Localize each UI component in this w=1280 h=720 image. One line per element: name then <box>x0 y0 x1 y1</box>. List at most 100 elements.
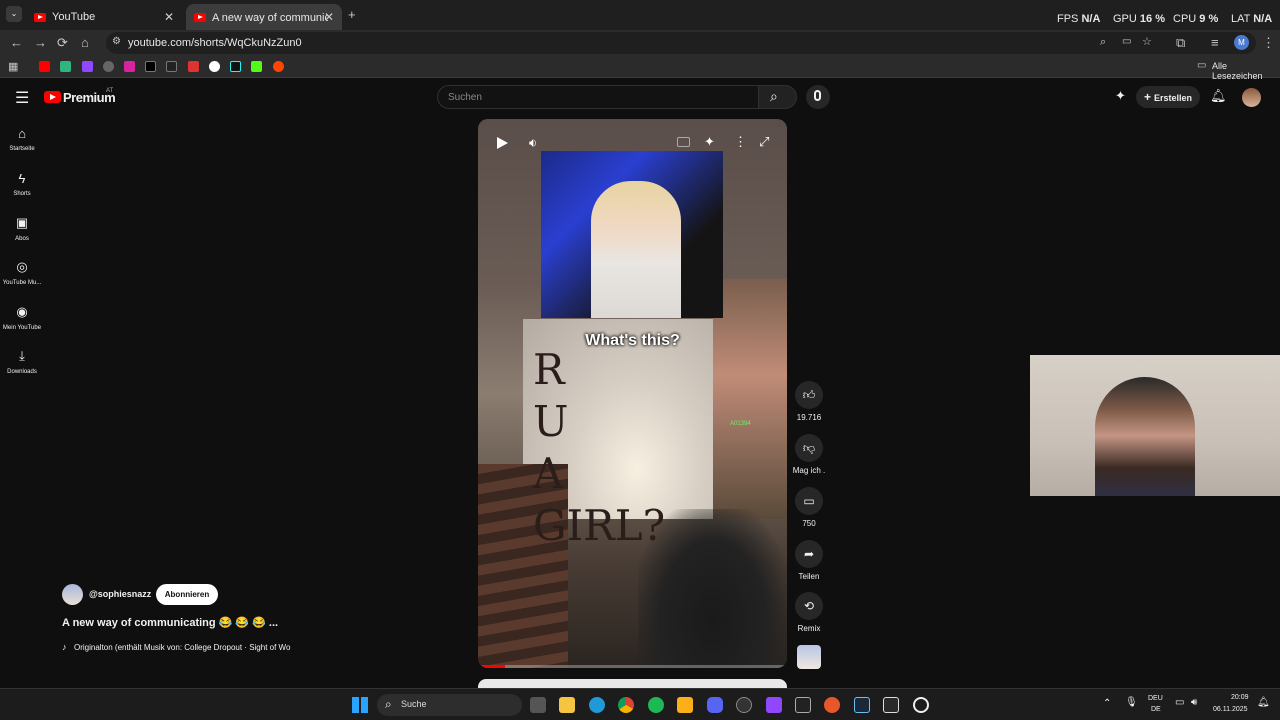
cast-icon[interactable]: ▭ <box>1122 36 1131 47</box>
lat-readout: LAT N/A <box>1231 13 1272 25</box>
rockstar-icon[interactable] <box>677 697 693 713</box>
subscribe-button[interactable]: Abonnieren <box>156 584 218 605</box>
notifications-bell-icon[interactable]: 🔔︎ <box>1210 88 1227 104</box>
download-icon: ⤓ <box>19 348 25 363</box>
play-button-icon[interactable] <box>497 137 508 149</box>
extensions-icon[interactable]: ⧉ <box>1176 35 1185 51</box>
close-tab-icon[interactable]: ✕ <box>324 10 334 24</box>
discord-icon[interactable] <box>707 697 723 713</box>
next-short-preview[interactable] <box>478 679 787 688</box>
twitch-app-icon[interactable] <box>766 697 782 713</box>
ring-app-icon[interactable] <box>913 697 929 713</box>
sidebar-item-downloads[interactable]: ⤓ Downloads <box>0 348 44 375</box>
search-input[interactable]: Suchen <box>437 85 759 109</box>
back-icon[interactable]: ← <box>10 35 23 50</box>
fullscreen-icon[interactable]: ⤢ <box>759 134 769 150</box>
forward-icon[interactable]: → <box>34 35 47 50</box>
chrome-icon[interactable] <box>618 697 634 713</box>
bookmark-instagram-icon[interactable] <box>124 61 135 72</box>
menu-dots-icon[interactable]: ⋮ <box>1262 35 1275 51</box>
audio-attribution[interactable]: Originalton (enthält Musik von: College … <box>74 643 290 652</box>
account-icon: ◉ <box>16 304 28 319</box>
zoom-icon[interactable]: ⌕ <box>1100 36 1106 49</box>
create-button[interactable]: + Erstellen <box>1136 86 1200 108</box>
search-button[interactable]: ⌕ <box>759 85 797 109</box>
more-options-icon[interactable]: ⋮ <box>734 134 747 150</box>
clock-time[interactable]: 20:09 <box>1231 694 1249 701</box>
bookmark-twitch-icon[interactable] <box>82 61 93 72</box>
bookmark-kick-icon[interactable] <box>251 61 262 72</box>
captions-icon[interactable] <box>677 137 690 147</box>
epic-games-icon[interactable] <box>883 697 899 713</box>
channel-name[interactable]: @sophiesnazz <box>89 589 151 599</box>
bookmark-slack-icon[interactable] <box>60 61 71 72</box>
voice-search-button[interactable] <box>806 85 830 109</box>
tray-chevron-icon[interactable]: ⌃ <box>1103 698 1111 709</box>
dislike-action[interactable]: 👎︎ Mag ich . <box>790 434 828 475</box>
sidebar-item-home[interactable]: ⌂ Startseite <box>0 126 44 152</box>
all-bookmarks-link[interactable]: Alle Lesezeichen <box>1212 61 1280 81</box>
hamburger-menu-icon[interactable]: ☰ <box>15 88 29 108</box>
profile-avatar[interactable]: M <box>1234 35 1249 50</box>
wall-graffiti-text: R U A GIRL? <box>533 345 666 550</box>
apps-grid-icon[interactable]: ▦ <box>8 60 18 73</box>
sidebar-item-subscriptions[interactable]: ▣ Abos <box>0 215 44 242</box>
close-tab-icon[interactable]: ✕ <box>164 10 174 24</box>
tab-youtube[interactable]: YouTube ✕ <box>26 4 182 30</box>
site-info-icon[interactable]: ⚙ <box>112 36 121 47</box>
share-action[interactable]: ➦ Teilen <box>790 540 828 581</box>
account-avatar[interactable] <box>1242 88 1261 107</box>
task-view-icon[interactable] <box>530 697 546 713</box>
gemini-ask-icon[interactable]: ✦ <box>704 134 715 150</box>
orange-app-icon[interactable] <box>824 697 840 713</box>
shield-app-icon[interactable] <box>795 697 811 713</box>
new-tab-icon[interactable]: + <box>348 7 356 22</box>
sidebar-item-shorts[interactable]: ϟ Shorts <box>0 171 44 197</box>
bookmark-youtube-icon[interactable] <box>39 61 50 72</box>
taskbar-search[interactable]: ⌕ Suche <box>377 694 522 716</box>
like-action[interactable]: 👍︎ 19.716 <box>790 381 828 422</box>
sidebar-item-account[interactable]: ◉ Mein YouTube <box>0 304 44 331</box>
volume-icon[interactable]: 🔉︎ <box>529 135 537 151</box>
spotify-icon[interactable] <box>648 697 664 713</box>
comments-action[interactable]: ▭ 750 <box>790 487 828 528</box>
bookmark-reddit-icon[interactable] <box>273 61 284 72</box>
bookmark-circle-icon[interactable] <box>209 61 220 72</box>
reading-list-icon[interactable]: ≡ <box>1211 35 1219 50</box>
edge-icon[interactable] <box>589 697 605 713</box>
bookmark-tiktok-icon[interactable] <box>230 61 241 72</box>
lat-label: LAT <box>1231 13 1251 25</box>
network-icon[interactable]: ▭ <box>1175 697 1184 708</box>
start-windows-icon[interactable] <box>352 697 368 713</box>
bookmark-slashes-icon[interactable] <box>166 61 177 72</box>
bookmark-star-icon[interactable]: ☆ <box>1142 35 1152 48</box>
tab-shorts[interactable]: A new way of communicating 🤦 ✕ <box>186 4 342 30</box>
steam-icon[interactable] <box>854 697 870 713</box>
comments-count: 750 <box>802 519 816 528</box>
progress-bar-track[interactable] <box>478 665 787 668</box>
shorts-video-player[interactable]: What's this? R U A GIRL? A01394 🔉︎ ✦ ⋮ ⤢ <box>478 119 787 668</box>
channel-avatar[interactable] <box>62 584 83 605</box>
bookmark-grid-icon[interactable] <box>103 61 114 72</box>
bookmark-red-icon[interactable] <box>188 61 199 72</box>
sidebar-label: Startseite <box>9 146 35 152</box>
file-explorer-icon[interactable] <box>559 697 575 713</box>
gemini-icon[interactable]: ✦ <box>1115 88 1126 104</box>
search-placeholder: Suchen <box>448 92 482 103</box>
lat-value: N/A <box>1253 13 1273 25</box>
share-label: Teilen <box>798 572 820 581</box>
sound-thumbnail[interactable] <box>797 645 821 669</box>
volume-tray-icon[interactable]: 🔊︎ <box>1191 697 1197 708</box>
create-label: Erstellen <box>1154 93 1193 103</box>
home-icon[interactable]: ⌂ <box>81 35 89 50</box>
address-bar[interactable]: ⚙ youtube.com/shorts/WqCkuNzZun0 ⌕ ▭ ☆ <box>106 32 1256 54</box>
language-top[interactable]: DEU <box>1148 695 1163 702</box>
tab-list-button[interactable]: ⌄ <box>6 6 22 22</box>
notification-bell-icon[interactable]: 🔔︎ <box>1257 697 1270 708</box>
remix-action[interactable]: ⟲ Remix <box>790 592 828 633</box>
bookmark-x-icon[interactable] <box>145 61 156 72</box>
reload-icon[interactable]: ⟳ <box>57 35 68 51</box>
obs-icon[interactable] <box>736 697 752 713</box>
sidebar-item-music[interactable]: ◎ YouTube Mu... <box>0 259 44 286</box>
microphone-tray-icon[interactable]: 🎙︎ <box>1125 697 1138 708</box>
